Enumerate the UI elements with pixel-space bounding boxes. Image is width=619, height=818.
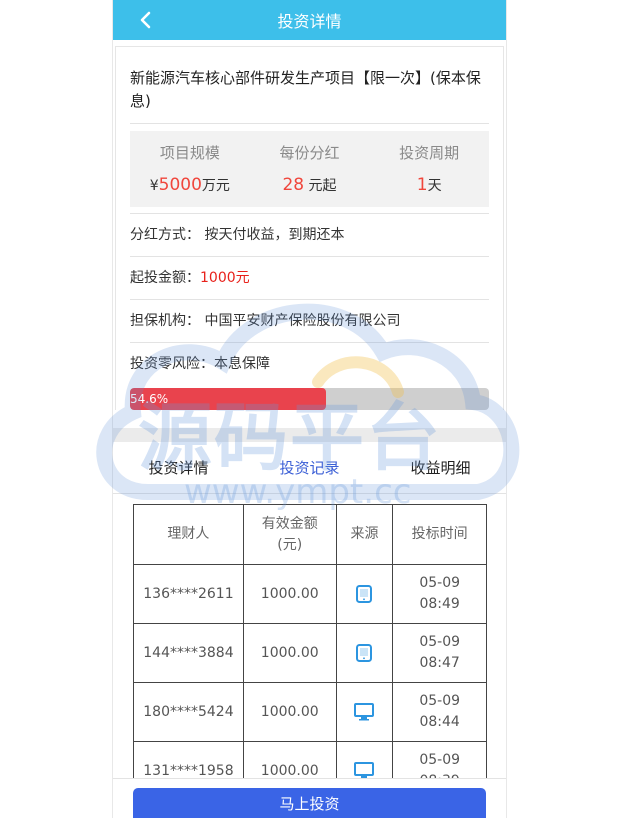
amount-cell: 1000.00 [242,623,337,683]
investor-cell: 180****5424 [133,682,244,742]
source-cell [335,682,394,742]
app-frame: 投资详情 新能源汽车核心部件研发生产项目【限一次】(保本保息) 项目规模 ¥50… [112,0,507,818]
source-cell [335,623,394,683]
monitor-icon [354,702,375,720]
monitor-icon [354,761,375,779]
invest-now-button[interactable]: 马上投资 [133,788,486,818]
tablet-icon [356,584,373,603]
project-title: 新能源汽车核心部件研发生产项目【限一次】(保本保息) [130,47,489,124]
tablet-icon [356,643,373,662]
min-invest-row: 起投金额：1000元 [130,256,489,299]
tab-earnings-details[interactable]: 收益明细 [375,457,506,478]
stat-label: 投资周期 [399,144,460,162]
time-cell: 05-09 08:47 [392,623,487,683]
risk-row: 投资零风险：本息保障 [130,342,489,385]
records-table: 理财人 有效金额 (元) 来源 投标时间 136****2611 1000.00 … [133,504,487,801]
progress-bar: 54.6% [130,388,489,410]
tab-invest-details[interactable]: 投资详情 [113,457,244,478]
top-bar: 投资详情 [113,0,506,40]
tab-bar: 投资详情 投资记录 收益明细 [113,442,506,494]
back-button[interactable] [135,8,155,32]
stat-scale: 项目规模 ¥5000万元 [130,131,250,207]
table-row: 144****3884 1000.00 05-09 08:47 [133,623,487,683]
col-amount-label: 有效金额 [261,515,318,532]
stat-dividend: 每份分红 28 元起 [250,131,370,207]
project-stats: 项目规模 ¥5000万元 每份分红 28 元起 投资周期 1天 [130,131,489,207]
amount-cell: 1000.00 [242,682,337,742]
table-row: 180****5424 1000.00 05-09 08:44 [133,682,487,742]
table-row: 136****2611 1000.00 05-09 08:49 [133,564,487,624]
stat-label: 项目规模 [159,144,220,162]
tab-invest-records[interactable]: 投资记录 [244,457,375,478]
stat-period: 投资周期 1天 [369,131,489,207]
col-time: 投标时间 [392,504,487,565]
guarantor-row: 担保机构： 中国平安财产保险股份有限公司 [130,299,489,342]
col-source: 来源 [335,504,394,565]
investor-cell: 144****3884 [133,623,244,683]
col-amount-unit: (元) [277,536,303,553]
chevron-left-icon [140,11,151,29]
stat-value: 1天 [416,175,442,195]
time-cell: 05-09 08:44 [392,682,487,742]
table-header-row: 理财人 有效金额 (元) 来源 投标时间 [133,504,487,565]
stat-value: ¥5000万元 [149,175,230,195]
time-cell: 05-09 08:49 [392,564,487,624]
stat-value: 28 元起 [282,175,337,195]
progress-text: 54.6% [130,392,169,406]
col-amount: 有效金额 (元) [242,504,337,565]
investor-cell: 136****2611 [133,564,244,624]
page-title: 投资详情 [277,12,342,31]
source-cell [335,564,394,624]
project-card: 新能源汽车核心部件研发生产项目【限一次】(保本保息) 项目规模 ¥5000万元 … [115,46,504,410]
dividend-method-row: 分红方式： 按天付收益，到期还本 [130,213,489,256]
col-investor: 理财人 [133,504,244,565]
section-divider [113,428,506,442]
amount-cell: 1000.00 [242,564,337,624]
stat-label: 每份分红 [279,144,340,162]
